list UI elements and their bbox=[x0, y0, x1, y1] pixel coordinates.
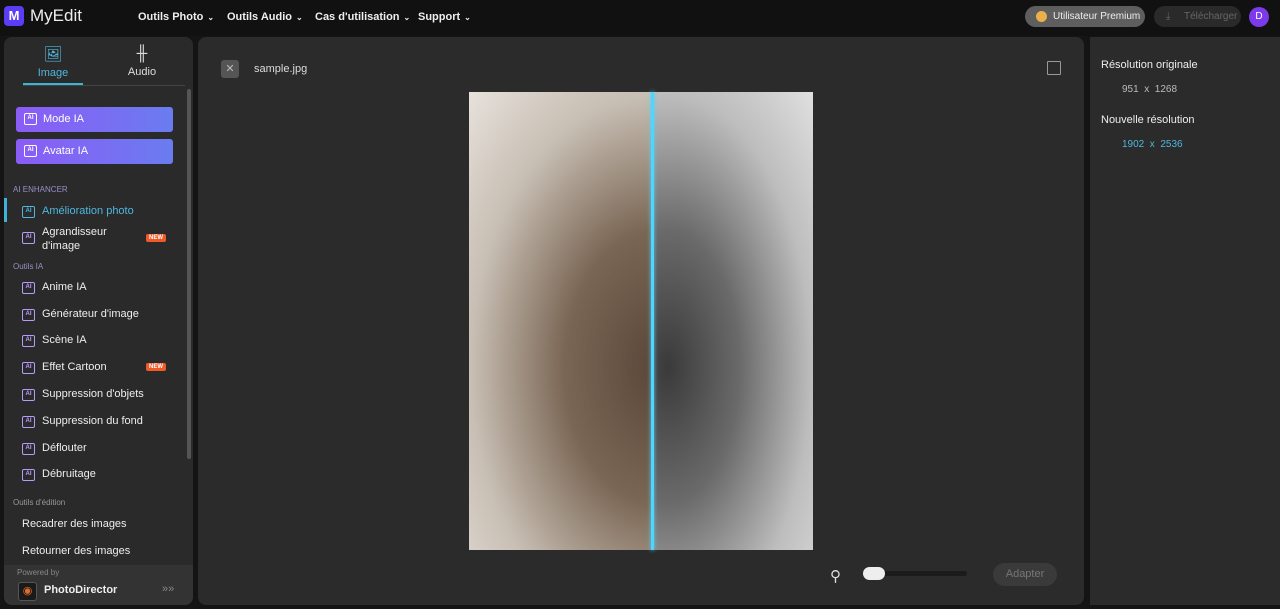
zoom-slider-thumb[interactable] bbox=[863, 567, 885, 580]
tab-image[interactable]: 🖼 Image bbox=[18, 45, 88, 79]
active-item-indicator bbox=[4, 198, 7, 222]
powered-by-label: Powered by bbox=[17, 568, 60, 577]
new-badge: NEW bbox=[146, 363, 166, 371]
ai-icon: AI bbox=[22, 469, 35, 481]
ai-icon: AI bbox=[22, 416, 35, 428]
premium-button[interactable]: Utilisateur Premium bbox=[1025, 6, 1145, 27]
divider bbox=[23, 85, 185, 86]
section-outils-edition: Outils d'édition bbox=[13, 498, 66, 507]
mode-ia-button[interactable]: AI Mode IA bbox=[16, 107, 173, 132]
ai-icon: AI bbox=[22, 335, 35, 347]
original-resolution-value: 951 x 1268 bbox=[1122, 84, 1178, 95]
download-button[interactable]: ⤓ Télécharger bbox=[1154, 6, 1241, 27]
nav-cas-utilisation[interactable]: Cas d'utilisation ⌄ bbox=[315, 11, 410, 23]
sidebar: 🖼 Image ╫ Audio AI Mode IA AI Avatar IA AI E… bbox=[4, 37, 193, 605]
nav-outils-photo[interactable]: Outils Photo ⌄ bbox=[138, 11, 214, 23]
nav-support[interactable]: Support ⌄ bbox=[418, 11, 471, 23]
ai-icon: AI bbox=[22, 309, 35, 321]
myedit-logo[interactable]: M bbox=[4, 6, 24, 26]
zoom-icon: ⚲ bbox=[830, 568, 841, 585]
ai-icon: AI bbox=[24, 113, 37, 125]
sidebar-item-recadrer[interactable]: Recadrer des images bbox=[22, 518, 182, 530]
section-ai-enhancer: AI ENHANCER bbox=[13, 185, 68, 194]
original-resolution-label: Résolution originale bbox=[1101, 59, 1198, 71]
ai-icon: AI bbox=[22, 282, 35, 294]
brand-name[interactable]: MyEdit bbox=[30, 6, 82, 26]
image-comparison-view[interactable] bbox=[469, 92, 813, 550]
top-bar: M MyEdit Outils Photo ⌄ Outils Audio ⌄ Cas… bbox=[0, 0, 1280, 36]
ai-icon: AI bbox=[22, 443, 35, 455]
new-resolution-value: 1902 x 2536 bbox=[1122, 139, 1183, 150]
download-icon: ⤓ bbox=[1166, 11, 1171, 22]
image-icon: 🖼 bbox=[43, 46, 63, 63]
main-canvas: ✕ sample.jpg ⚲ Adapter bbox=[198, 37, 1084, 605]
file-name: sample.jpg bbox=[254, 63, 308, 75]
user-avatar[interactable]: D bbox=[1249, 7, 1269, 27]
sidebar-scrollbar[interactable] bbox=[187, 89, 191, 459]
chevrons-right-icon: »» bbox=[162, 583, 175, 595]
avatar-ia-button[interactable]: AI Avatar IA bbox=[16, 139, 173, 164]
new-resolution-label: Nouvelle résolution bbox=[1101, 114, 1195, 126]
resolution-panel: Résolution originale 951 x 1268 Nouvelle… bbox=[1090, 37, 1280, 605]
comparison-slider-handle[interactable] bbox=[651, 92, 654, 550]
sidebar-item-retourner[interactable]: Retourner des images bbox=[22, 545, 182, 557]
ai-icon: AI bbox=[24, 145, 37, 157]
ai-icon: AI bbox=[22, 206, 35, 218]
premium-icon bbox=[1036, 11, 1047, 22]
powered-by-footer[interactable]: Powered by ◉ PhotoDirector »» bbox=[4, 565, 193, 605]
compare-toggle-icon[interactable] bbox=[1047, 61, 1061, 75]
ai-icon: AI bbox=[22, 389, 35, 401]
tab-audio[interactable]: ╫ Audio bbox=[107, 45, 177, 78]
close-file-button[interactable]: ✕ bbox=[221, 60, 239, 78]
ai-icon: AI bbox=[22, 362, 35, 374]
ai-icon: AI bbox=[22, 232, 35, 244]
adapter-button[interactable]: Adapter bbox=[993, 563, 1057, 586]
photodirector-logo: ◉ bbox=[18, 582, 37, 601]
new-badge: NEW bbox=[146, 234, 166, 242]
sidebar-item-agrandisseur[interactable]: AI Agrandisseur d'image NEW bbox=[22, 225, 182, 253]
sidebar-item-amelioration-photo[interactable]: AI Amélioration photo bbox=[22, 205, 182, 221]
nav-outils-audio[interactable]: Outils Audio ⌄ bbox=[227, 11, 303, 23]
section-outils-ia: Outils IA bbox=[13, 262, 44, 271]
waveform-icon: ╫ bbox=[136, 45, 148, 62]
photodirector-name: PhotoDirector bbox=[44, 584, 118, 596]
enhanced-image-half bbox=[652, 92, 813, 550]
